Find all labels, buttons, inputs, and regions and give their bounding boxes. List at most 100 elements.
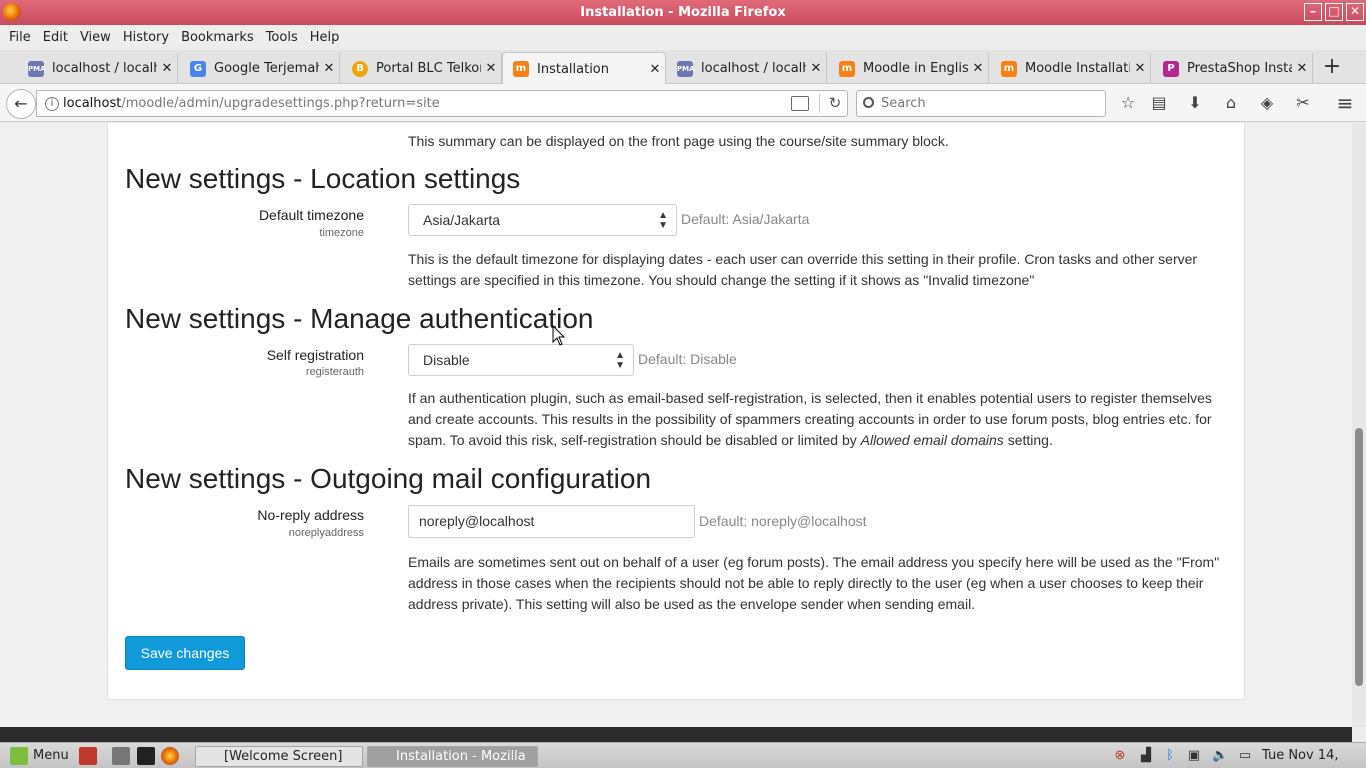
search-input[interactable]: Search [856,90,1106,117]
tab-label: Moodle in English: [863,61,968,76]
field-label-self-registration: Self registration [266,347,364,363]
tab-phpmyadmin-2[interactable]: PMA localhost / localhos ✕ [667,53,827,84]
tab-label: Google Terjemahan [214,61,319,76]
search-placeholder: Search [881,96,926,111]
navigation-bar: ← i localhost/moodle/admin/upgradesettin… [0,84,1366,122]
search-icon [863,97,874,108]
minimize-button[interactable]: – [1304,3,1322,21]
blc-icon: B [352,60,368,77]
summary-description: This summary can be displayed on the fro… [408,133,949,149]
firefox-launcher-icon[interactable] [161,747,179,765]
section-heading-location: New settings - Location settings [125,163,521,194]
tab-google-translate[interactable]: G Google Terjemahan ✕ [180,53,340,84]
firefox-icon [3,3,21,21]
menu-edit[interactable]: Edit [37,30,74,45]
close-tab-icon[interactable]: ✕ [1292,61,1312,76]
timezone-select[interactable]: Asia/Jakarta ▲ ▼ [408,204,677,236]
tab-installation[interactable]: m Installation ✕ [502,52,666,85]
section-heading-outgoing-mail: New settings - Outgoing mail configurati… [125,463,652,494]
section-heading-authentication: New settings - Manage authentication [125,303,594,334]
self-registration-default: Default: Disable [638,351,737,367]
site-info-icon[interactable]: i [45,97,59,111]
timezone-value: Asia/Jakarta [423,212,501,228]
field-label-timezone: Default timezone [258,207,364,223]
maximize-button[interactable]: □ [1325,3,1343,21]
google-translate-icon: G [190,60,206,77]
taskbar-window-firefox[interactable]: Installation - Mozilla Fi... [367,746,538,767]
reading-list-icon[interactable]: ▤ [1149,93,1169,113]
clock[interactable]: Tue Nov 14, 09:58 [1262,746,1366,767]
tab-prestashop[interactable]: P PrestaShop Installa ✕ [1153,53,1313,84]
moodle-icon: m [513,61,529,77]
mint-menu-icon[interactable] [10,747,28,765]
close-tab-icon[interactable]: ✕ [806,61,826,76]
menu-file[interactable]: File [3,30,37,45]
close-tab-icon[interactable]: ✕ [968,61,988,76]
mouse-cursor-icon [552,325,566,346]
scrollbar-thumb[interactable] [1355,428,1363,686]
taskbar-window-welcome[interactable]: [Welcome Screen] [195,746,363,767]
self-registration-select[interactable]: Disable ▲ ▼ [408,344,634,376]
show-desktop-icon[interactable] [79,747,97,765]
page-footer-band [0,727,1352,742]
close-tab-icon[interactable]: ✕ [645,62,665,77]
tab-moodle-installation[interactable]: m Moodle Installation ✕ [991,53,1151,84]
url-separator [819,94,820,113]
close-tab-icon[interactable]: ✕ [481,61,501,76]
bookmark-star-icon[interactable]: ☆ [1118,93,1138,113]
close-window-button[interactable]: ✕ [1346,3,1364,21]
window-titlebar: Installation - Mozilla Firefox – □ ✕ [0,0,1366,25]
save-changes-button[interactable]: Save changes [125,636,245,670]
close-tab-icon[interactable]: ✕ [157,61,177,76]
tab-phpmyadmin-1[interactable]: PMA localhost / localhos ✕ [18,53,178,84]
url-bar[interactable]: i localhost/moodle/admin/upgradesettings… [36,90,848,117]
network-icon[interactable]: ▟ [1138,748,1154,764]
menu-history[interactable]: History [117,30,175,45]
self-registration-description: If an authentication plugin, such as ema… [408,390,1212,448]
timezone-default: Default: Asia/Jakarta [681,211,810,227]
terminal-icon[interactable] [137,747,155,765]
screen-icon[interactable]: ▣ [1186,748,1202,764]
battery-icon[interactable]: ▭ [1237,748,1253,764]
menu-bookmarks[interactable]: Bookmarks [175,30,260,45]
file-manager-icon[interactable] [112,747,130,765]
screenshot-icon[interactable]: ✂ [1293,93,1313,113]
close-tab-icon[interactable]: ✕ [319,61,339,76]
tab-label: Moodle Installation [1025,61,1130,76]
noreply-default: Default: noreply@localhost [699,513,867,529]
page-scrollbar[interactable] [1352,123,1366,727]
hamburger-menu-icon[interactable]: ≡ [1335,93,1355,113]
start-menu-button[interactable]: Menu [33,746,69,767]
volume-icon[interactable]: 🔈 [1212,748,1228,764]
downloads-icon[interactable]: ⬇ [1185,93,1205,113]
phpmyadmin-icon: PMA [28,60,46,77]
prestashop-icon: P [1163,60,1179,77]
noreply-description: Emails are sometimes sent out on behalf … [408,554,1220,612]
menu-help[interactable]: Help [304,30,346,45]
moodle-icon: m [839,60,855,77]
reload-icon[interactable]: ↻ [825,91,845,116]
field-label-noreply: No-reply address [257,507,364,523]
new-tab-button[interactable]: + [1320,56,1344,80]
menu-view[interactable]: View [74,30,117,45]
noreply-address-input[interactable]: noreply@localhost [408,505,695,538]
home-icon[interactable]: ⌂ [1221,93,1241,113]
back-button[interactable]: ← [6,89,36,119]
field-sub-timezone: timezone [319,227,364,239]
self-registration-value: Disable [423,352,470,368]
pocket-icon[interactable]: ◈ [1257,93,1277,113]
url-text: localhost/moodle/admin/upgradesettings.p… [63,96,440,111]
bluetooth-icon[interactable]: ᛒ [1162,748,1178,764]
reader-view-icon[interactable] [791,96,809,111]
tab-moodle-english[interactable]: m Moodle in English: ✕ [829,53,989,84]
window-title: Installation - Mozilla Firefox [580,5,786,20]
menu-tools[interactable]: Tools [260,30,304,45]
update-manager-icon[interactable]: ⊗ [1112,748,1128,764]
tab-portal-blc[interactable]: B Portal BLC Telkom ✕ [342,53,502,84]
select-arrows-icon: ▲ ▼ [615,350,625,371]
phpmyadmin-icon: PMA [677,60,695,77]
menu-bar: File Edit View History Bookmarks Tools H… [0,25,1366,50]
tab-label: Portal BLC Telkom [376,61,481,76]
field-sub-noreplyaddress: noreplyaddress [288,527,364,539]
close-tab-icon[interactable]: ✕ [1130,61,1150,76]
